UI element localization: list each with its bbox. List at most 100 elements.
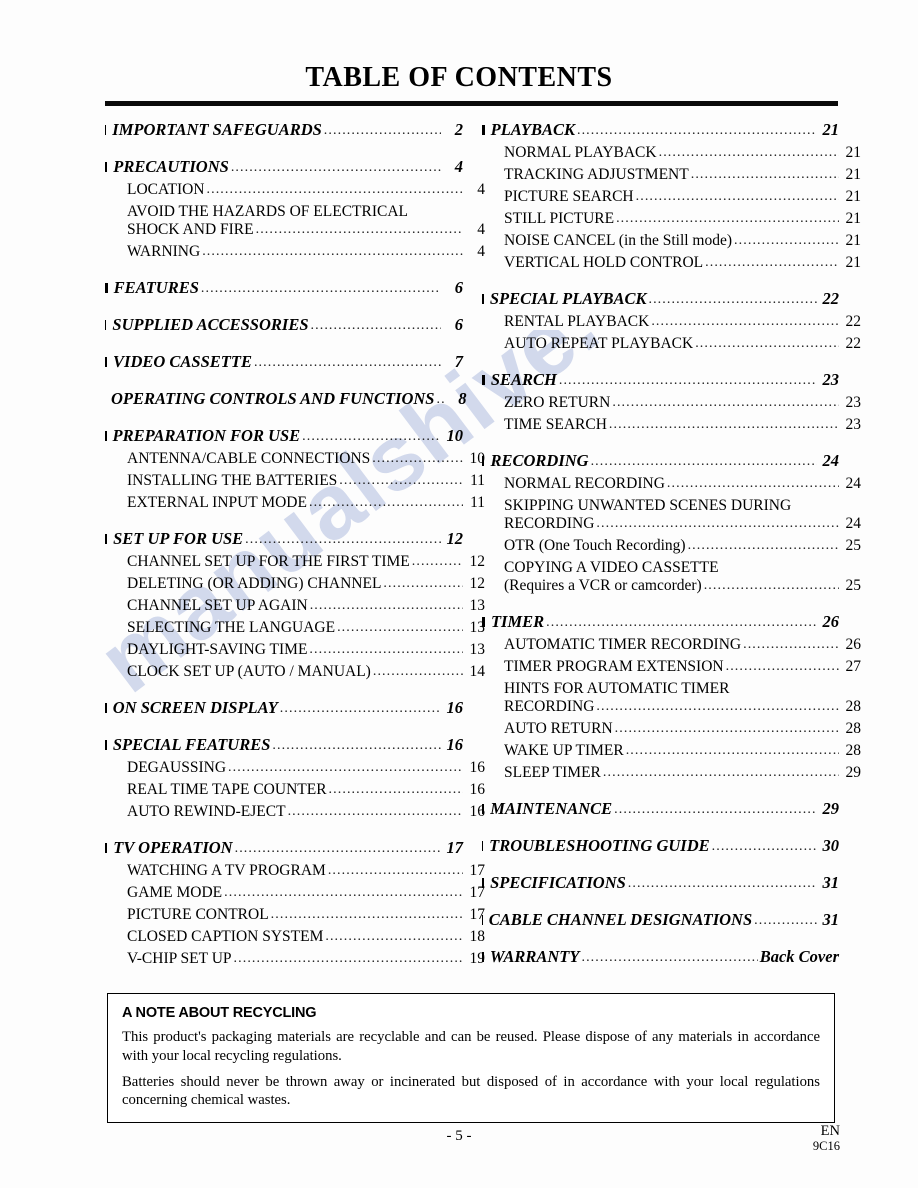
toc-main-entry[interactable]: TV OPERATION............................…	[105, 838, 463, 858]
toc-sub-entry[interactable]: GAME MODE...............................…	[105, 884, 485, 902]
toc-entry-row: RECORDING...............................…	[504, 698, 861, 716]
square-bullet-icon	[482, 878, 485, 888]
toc-main-entry[interactable]: IMPORTANT SAFEGUARDS....................…	[105, 120, 463, 140]
toc-entry-label: TROUBLESHOOTING GUIDE	[489, 836, 710, 855]
toc-main-entry[interactable]: CABLE CHANNEL DESIGNATIONS..............…	[482, 910, 839, 930]
toc-main-entry[interactable]: ON SCREEN DISPLAY.......................…	[105, 698, 463, 718]
toc-sub-entry[interactable]: TIMER PROGRAM EXTENSION.................…	[482, 658, 861, 676]
toc-sub-entry[interactable]: CHANNEL SET UP FOR THE FIRST TIME.......…	[105, 553, 485, 571]
toc-sub-entry[interactable]: NOISE CANCEL (in the Still mode)........…	[482, 232, 861, 250]
toc-main-entry[interactable]: TIMER...................................…	[482, 612, 839, 632]
toc-main-entry[interactable]: RECORDING...............................…	[482, 451, 839, 471]
footer-language-code: EN	[820, 1123, 840, 1139]
leader-dots: ........................................…	[270, 907, 463, 922]
toc-main-entry[interactable]: PREPARATION FOR USE.....................…	[105, 426, 463, 446]
toc-sub-entry[interactable]: SELECTING THE LANGUAGE..................…	[105, 619, 485, 637]
toc-sub-entry[interactable]: OTR (One Touch Recording)...............…	[482, 537, 861, 555]
toc-entry-page-number: 16	[446, 698, 464, 717]
toc-sub-entry[interactable]: CHANNEL SET UP AGAIN....................…	[105, 597, 485, 615]
toc-entry-row: PLAYBACK................................…	[482, 120, 839, 140]
toc-entry-row: SLEEP TIMER.............................…	[504, 764, 861, 782]
toc-sub-entry[interactable]: V-CHIP SET UP...........................…	[105, 950, 485, 968]
toc-main-entry[interactable]: PRECAUTIONS.............................…	[105, 157, 463, 177]
toc-entry-label: SHOCK AND FIRE	[127, 221, 254, 238]
square-bullet-icon	[482, 804, 485, 814]
toc-main-entry[interactable]: WARRANTY................................…	[482, 947, 839, 967]
toc-entry-row: PRECAUTIONS.............................…	[105, 157, 463, 177]
toc-sub-entry[interactable]: DEGAUSSING..............................…	[105, 759, 485, 777]
toc-sub-entry[interactable]: EXTERNAL INPUT MODE.....................…	[105, 494, 485, 512]
toc-main-entry[interactable]: MAINTENANCE.............................…	[482, 799, 839, 819]
toc-sub-entry[interactable]: NORMAL PLAYBACK.........................…	[482, 144, 861, 162]
toc-main-entry[interactable]: FEATURES................................…	[105, 278, 463, 298]
toc-entry-label: SELECTING THE LANGUAGE	[127, 619, 336, 636]
toc-entry-page-number: 22	[845, 313, 862, 330]
toc-entry-row: SPECIAL FEATURES........................…	[105, 735, 463, 755]
toc-main-entry[interactable]: VIDEO CASSETTE..........................…	[105, 352, 463, 372]
leader-dots: ........................................…	[309, 642, 463, 657]
toc-sub-entry[interactable]: LOCATION................................…	[105, 181, 485, 199]
toc-entry-label: GAME MODE	[127, 884, 223, 901]
toc-main-entry[interactable]: SPECIFICATIONS..........................…	[482, 873, 839, 893]
toc-entry-row: SET UP FOR USE..........................…	[105, 529, 463, 549]
toc-sub-entry[interactable]: NORMAL RECORDING........................…	[482, 475, 861, 493]
toc-main-entry[interactable]: SUPPLIED ACCESSORIES....................…	[105, 315, 463, 335]
leader-dots: ........................................…	[627, 876, 817, 891]
leader-dots: ........................................…	[734, 233, 839, 248]
toc-entry-label: WARNING	[127, 243, 201, 260]
toc-main-entry[interactable]: SEARCH..................................…	[482, 370, 839, 390]
toc-sub-entry[interactable]: DELETING (OR ADDING) CHANNEL............…	[105, 575, 485, 593]
toc-sub-entry[interactable]: ANTENNA/CABLE CONNECTIONS...............…	[105, 450, 485, 468]
toc-main-entry[interactable]: PLAYBACK................................…	[482, 120, 839, 140]
toc-main-entry[interactable]: OPERATING CONTROLS AND FUNCTIONS........…	[105, 389, 467, 409]
toc-sub-entry[interactable]: TIME SEARCH.............................…	[482, 416, 861, 434]
toc-sub-entry[interactable]: SKIPPING UNWANTED SCENES DURING RECORDING…	[482, 497, 861, 533]
toc-entry-page-number: 6	[454, 278, 463, 297]
toc-main-entry[interactable]: SPECIAL FEATURES........................…	[105, 735, 463, 755]
toc-sub-entry[interactable]: WAKE UP TIMER...........................…	[482, 742, 861, 760]
toc-entry-label: PICTURE SEARCH	[504, 188, 634, 205]
leader-dots: ........................................…	[703, 578, 839, 593]
toc-entry-label: SEARCH	[490, 370, 557, 389]
toc-sub-entry[interactable]: ZERO RETURN.............................…	[482, 394, 861, 412]
toc-main-entry[interactable]: SET UP FOR USE..........................…	[105, 529, 463, 549]
leader-dots: ........................................…	[323, 123, 441, 138]
toc-sub-entry[interactable]: SLEEP TIMER.............................…	[482, 764, 861, 782]
toc-sub-entry[interactable]: PICTURE CONTROL.........................…	[105, 906, 485, 924]
toc-sub-entry[interactable]: AUTO REPEAT PLAYBACK....................…	[482, 335, 861, 353]
toc-sub-entry[interactable]: INSTALLING THE BATTERIES................…	[105, 472, 485, 490]
toc-entry-label: LOCATION	[127, 181, 205, 198]
toc-sub-entry[interactable]: AUTO RETURN.............................…	[482, 720, 861, 738]
toc-entry-row: TIME SEARCH.............................…	[504, 416, 861, 434]
toc-entry-page-number: 22	[822, 289, 840, 308]
toc-entry-label: STILL PICTURE	[504, 210, 615, 227]
toc-sub-entry[interactable]: AVOID THE HAZARDS OF ELECTRICAL SHOCK AND…	[105, 203, 485, 239]
toc-sub-entry[interactable]: COPYING A VIDEO CASSETTE (Requires a VCR …	[482, 559, 861, 595]
toc-sub-entry[interactable]: TRACKING ADJUSTMENT.....................…	[482, 166, 861, 184]
toc-entry-label: RENTAL PLAYBACK	[504, 313, 650, 330]
toc-entry-label: DELETING (OR ADDING) CHANNEL	[127, 575, 382, 592]
toc-sub-entry[interactable]: WATCHING A TV PROGRAM...................…	[105, 862, 485, 880]
toc-entry-page-number: 21	[845, 144, 862, 161]
toc-sub-entry[interactable]: AUTO REWIND-EJECT.......................…	[105, 803, 485, 821]
toc-sub-entry[interactable]: RENTAL PLAYBACK.........................…	[482, 313, 861, 331]
toc-sub-entry[interactable]: WARNING.................................…	[105, 243, 485, 261]
toc-sub-entry[interactable]: STILL PICTURE...........................…	[482, 210, 861, 228]
toc-entry-row: RECORDING...............................…	[482, 451, 839, 471]
leader-dots: ........................................…	[612, 395, 839, 410]
toc-sub-entry[interactable]: AUTOMATIC TIMER RECORDING...............…	[482, 636, 861, 654]
toc-sub-entry[interactable]: CLOCK SET UP (AUTO / MANUAL)............…	[105, 663, 485, 681]
toc-entry-row: VIDEO CASSETTE..........................…	[105, 352, 463, 372]
toc-sub-entry[interactable]: REAL TIME TAPE COUNTER..................…	[105, 781, 485, 799]
toc-entry-label: CLOSED CAPTION SYSTEM	[127, 928, 324, 945]
leader-dots: ........................................…	[576, 123, 817, 138]
toc-sub-entry[interactable]: HINTS FOR AUTOMATIC TIMER RECORDING......…	[482, 680, 861, 716]
toc-sub-entry[interactable]: VERTICAL HOLD CONTROL...................…	[482, 254, 861, 272]
toc-entry-page-number: 28	[845, 720, 862, 737]
toc-sub-entry[interactable]: PICTURE SEARCH..........................…	[482, 188, 861, 206]
toc-main-entry[interactable]: SPECIAL PLAYBACK........................…	[482, 289, 839, 309]
toc-main-entry[interactable]: TROUBLESHOOTING GUIDE...................…	[482, 836, 839, 856]
toc-sub-entry[interactable]: CLOSED CAPTION SYSTEM...................…	[105, 928, 485, 946]
toc-sub-entry[interactable]: DAYLIGHT-SAVING TIME....................…	[105, 641, 485, 659]
toc-entry-page-number: 8	[458, 389, 467, 408]
